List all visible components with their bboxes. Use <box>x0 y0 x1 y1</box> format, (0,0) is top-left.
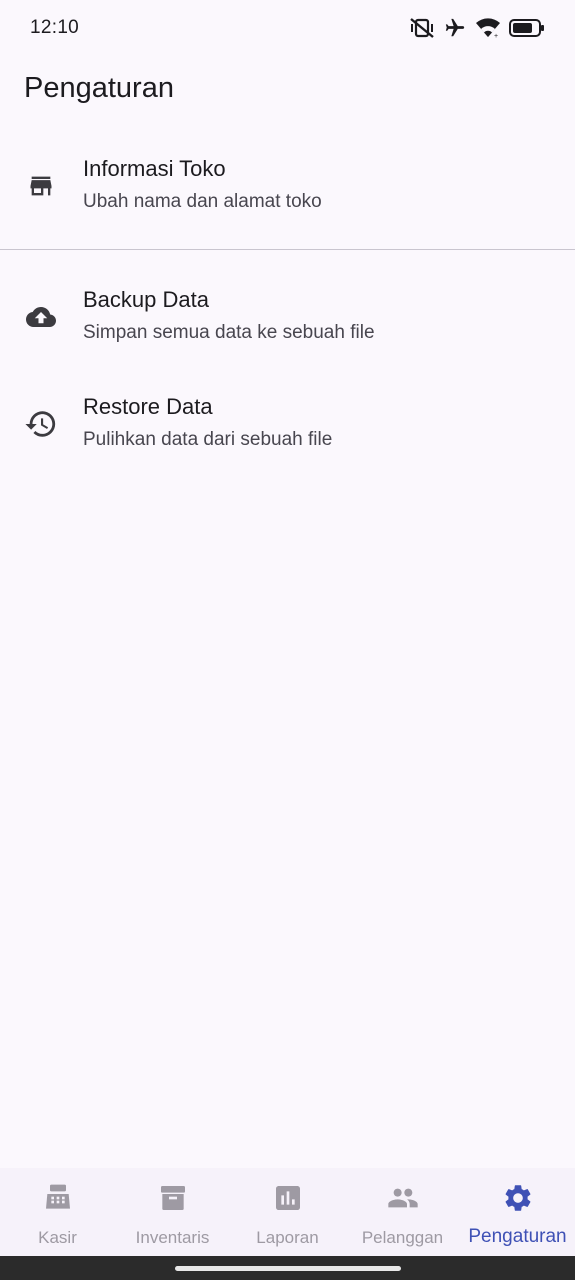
archive-icon <box>157 1182 189 1214</box>
settings-item-subtitle: Simpan semua data ke sebuah file <box>83 322 375 343</box>
cash-register-icon <box>42 1182 74 1214</box>
nav-label: Inventaris <box>135 1228 210 1247</box>
history-icon <box>23 406 59 442</box>
settings-item-subtitle: Ubah nama dan alamat toko <box>83 191 322 212</box>
gear-icon <box>502 1182 534 1214</box>
settings-item-texts: Informasi Toko Ubah nama dan alamat toko <box>83 156 322 213</box>
home-gesture-handle[interactable] <box>174 1265 401 1271</box>
divider <box>0 249 575 250</box>
vibrate-off-icon <box>409 17 435 39</box>
status-bar: 12:10 + <box>0 0 575 56</box>
nav-item-inventaris[interactable]: Inventaris <box>115 1168 230 1256</box>
svg-text:+: + <box>494 33 498 39</box>
settings-item-title: Backup Data <box>83 287 209 312</box>
store-icon <box>23 168 59 204</box>
bar-chart-icon <box>272 1182 304 1214</box>
wifi-icon: + <box>475 17 501 39</box>
bottom-navigation: Kasir Inventaris Laporan Pelanggan Penga… <box>0 1168 575 1256</box>
status-icons: + <box>409 17 545 39</box>
status-time: 12:10 <box>30 17 80 38</box>
settings-item-title: Informasi Toko <box>83 156 226 181</box>
settings-item-restore-data[interactable]: Restore Data Pulihkan data dari sebuah f… <box>0 374 575 474</box>
nav-item-laporan[interactable]: Laporan <box>230 1168 345 1256</box>
people-icon <box>387 1182 419 1214</box>
nav-item-kasir[interactable]: Kasir <box>0 1168 115 1256</box>
nav-label: Laporan <box>256 1228 319 1247</box>
settings-item-texts: Backup Data Simpan semua data ke sebuah … <box>83 287 375 344</box>
settings-item-texts: Restore Data Pulihkan data dari sebuah f… <box>83 394 332 451</box>
nav-label: Pengaturan <box>468 1226 567 1247</box>
system-gesture-bar <box>0 1256 575 1280</box>
settings-item-informasi-toko[interactable]: Informasi Toko Ubah nama dan alamat toko <box>0 136 575 236</box>
nav-label: Pelanggan <box>361 1228 444 1247</box>
nav-item-pengaturan[interactable]: Pengaturan <box>460 1168 575 1256</box>
settings-item-backup-data[interactable]: Backup Data Simpan semua data ke sebuah … <box>0 267 575 367</box>
page-title: Pengaturan <box>24 72 174 104</box>
settings-item-title: Restore Data <box>83 394 213 419</box>
settings-item-subtitle: Pulihkan data dari sebuah file <box>83 429 333 450</box>
cloud-upload-icon <box>23 299 59 335</box>
nav-label: Kasir <box>38 1228 77 1247</box>
nav-item-pelanggan[interactable]: Pelanggan <box>345 1168 460 1256</box>
airplane-icon <box>443 17 467 39</box>
battery-icon <box>509 18 545 38</box>
